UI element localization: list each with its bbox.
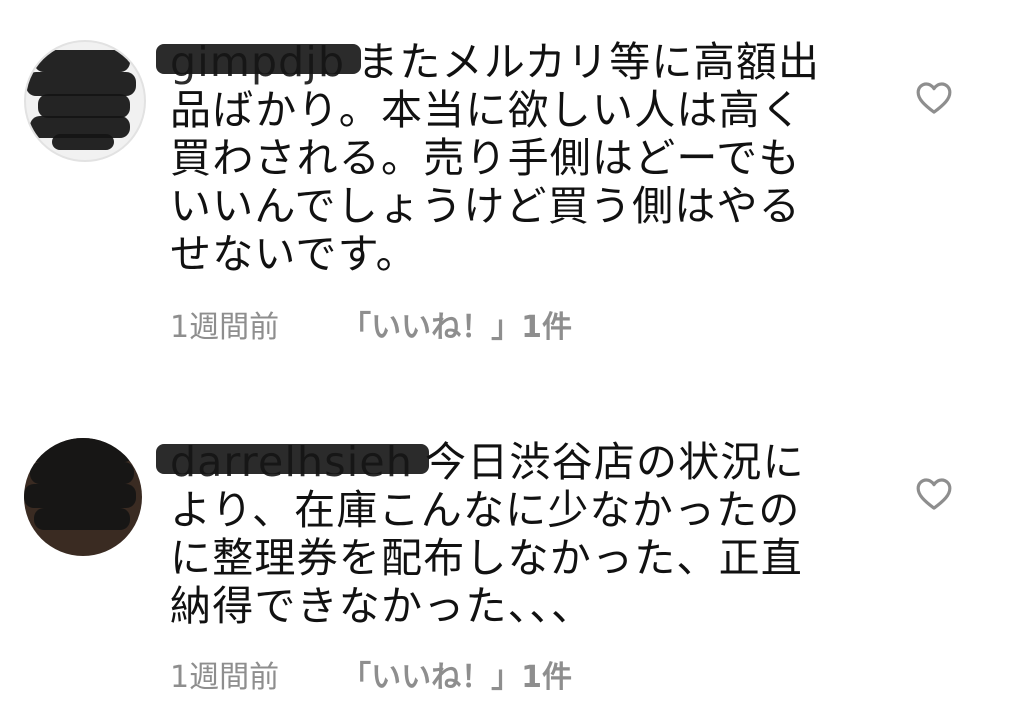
avatar-redaction xyxy=(34,508,130,530)
avatar-redaction xyxy=(38,94,130,118)
comment-likes-link[interactable]: 「いいね！」1件 xyxy=(341,310,572,345)
avatar-redaction xyxy=(30,462,134,484)
avatar-redaction xyxy=(26,72,136,96)
comment-time: 1週間前 xyxy=(170,310,280,345)
comment-meta: 1週間前 「いいね！」1件 xyxy=(170,302,572,346)
avatar-redaction xyxy=(52,134,114,150)
comment-username[interactable]: darrelhsieh xyxy=(156,438,430,486)
comment-time: 1週間前 xyxy=(170,660,280,695)
comment-meta: 1週間前 「いいね！」1件 xyxy=(170,652,572,696)
avatar[interactable] xyxy=(24,40,146,162)
heart-outline-icon[interactable] xyxy=(914,474,954,514)
avatar-redaction xyxy=(24,484,136,508)
comment-likes-link[interactable]: 「いいね！」1件 xyxy=(341,660,572,695)
username-redaction xyxy=(156,444,430,474)
avatar[interactable] xyxy=(24,438,142,556)
comment-body: gimpdjb またメルカリ等に高額出品ばかり。本当に欲しい人は高く買わされる。… xyxy=(156,38,840,278)
avatar-redaction xyxy=(34,50,130,72)
comment-item: gimpdjb またメルカリ等に高額出品ばかり。本当に欲しい人は高く買わされる。… xyxy=(0,0,1024,370)
heart-outline-icon[interactable] xyxy=(914,78,954,118)
comment-item: darrelhsieh 今日渋谷店の状況により、在庫こんなに少なかったのに整理券… xyxy=(0,400,1024,728)
username-redaction xyxy=(156,44,362,74)
comment-username[interactable]: gimpdjb xyxy=(156,38,362,86)
avatar-redaction xyxy=(24,438,134,462)
comment-body: darrelhsieh 今日渋谷店の状況により、在庫こんなに少なかったのに整理券… xyxy=(156,438,840,630)
